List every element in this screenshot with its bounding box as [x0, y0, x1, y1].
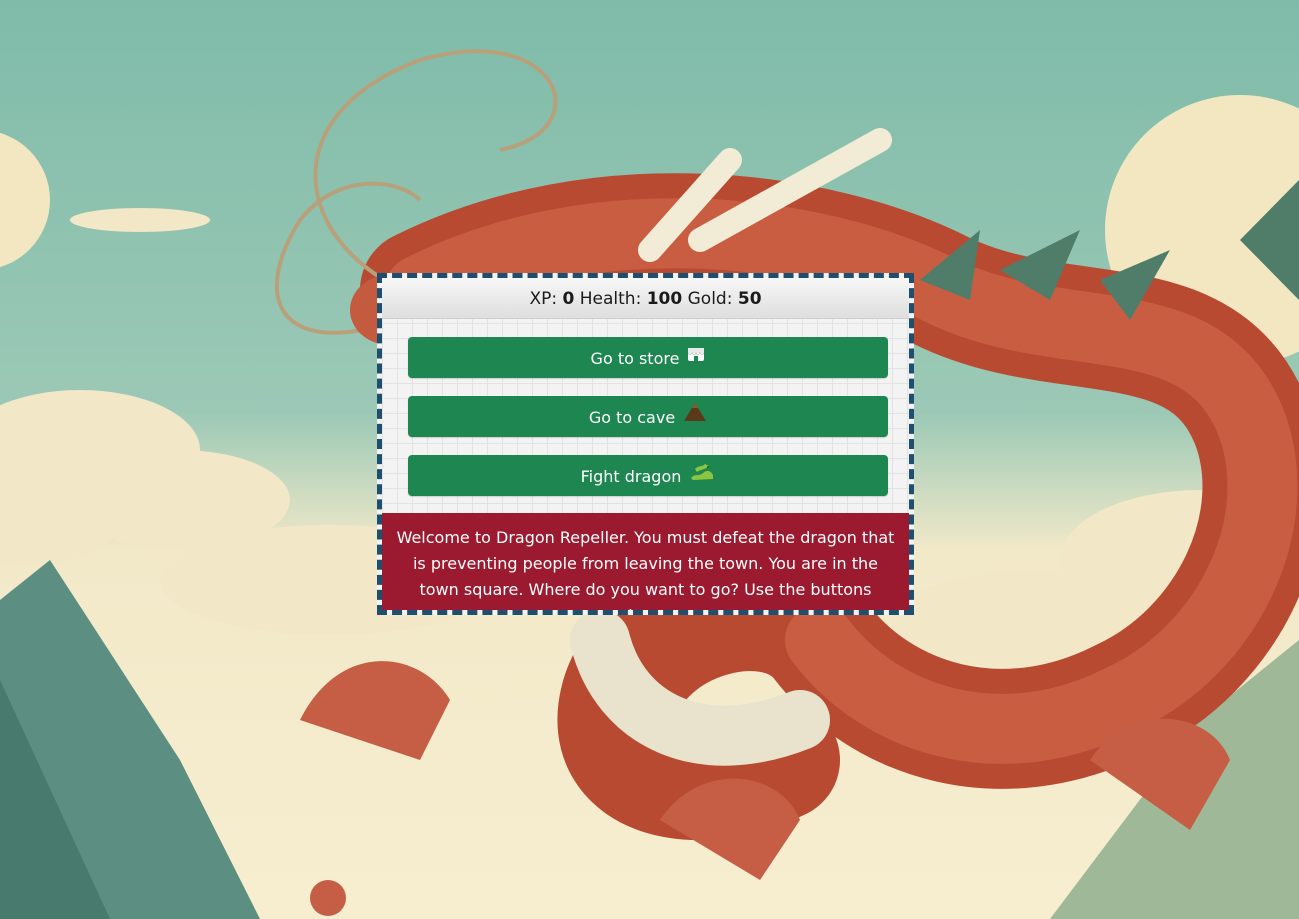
health-value: 100: [646, 289, 683, 309]
message-box: Welcome to Dragon Repeller. You must def…: [382, 513, 909, 610]
health-label: Health:: [579, 289, 642, 309]
fight-dragon-button[interactable]: Fight dragon: [408, 455, 888, 496]
go-to-store-label: Go to store: [590, 349, 680, 368]
mountain-icon: [683, 396, 707, 437]
go-to-cave-label: Go to cave: [588, 408, 676, 427]
dragon-icon: [689, 455, 715, 496]
go-to-cave-button[interactable]: Go to cave: [408, 396, 888, 437]
controls: Go to store Go to cave Fight dragon: [382, 319, 909, 496]
stats-bar: XP: 0 Health: 100 Gold: 50: [382, 278, 909, 319]
xp-value: 0: [562, 289, 575, 309]
xp-stat: XP: 0: [529, 289, 574, 309]
store-icon: [687, 337, 705, 378]
health-stat: Health: 100: [580, 289, 682, 309]
xp-label: XP:: [529, 289, 558, 309]
go-to-store-button[interactable]: Go to store: [408, 337, 888, 378]
game-panel: XP: 0 Health: 100 Gold: 50 Go to store G…: [377, 273, 914, 615]
gold-label: Gold:: [687, 289, 733, 309]
fight-dragon-label: Fight dragon: [580, 467, 682, 486]
gold-value: 50: [737, 289, 762, 309]
gold-stat: Gold: 50: [688, 289, 762, 309]
